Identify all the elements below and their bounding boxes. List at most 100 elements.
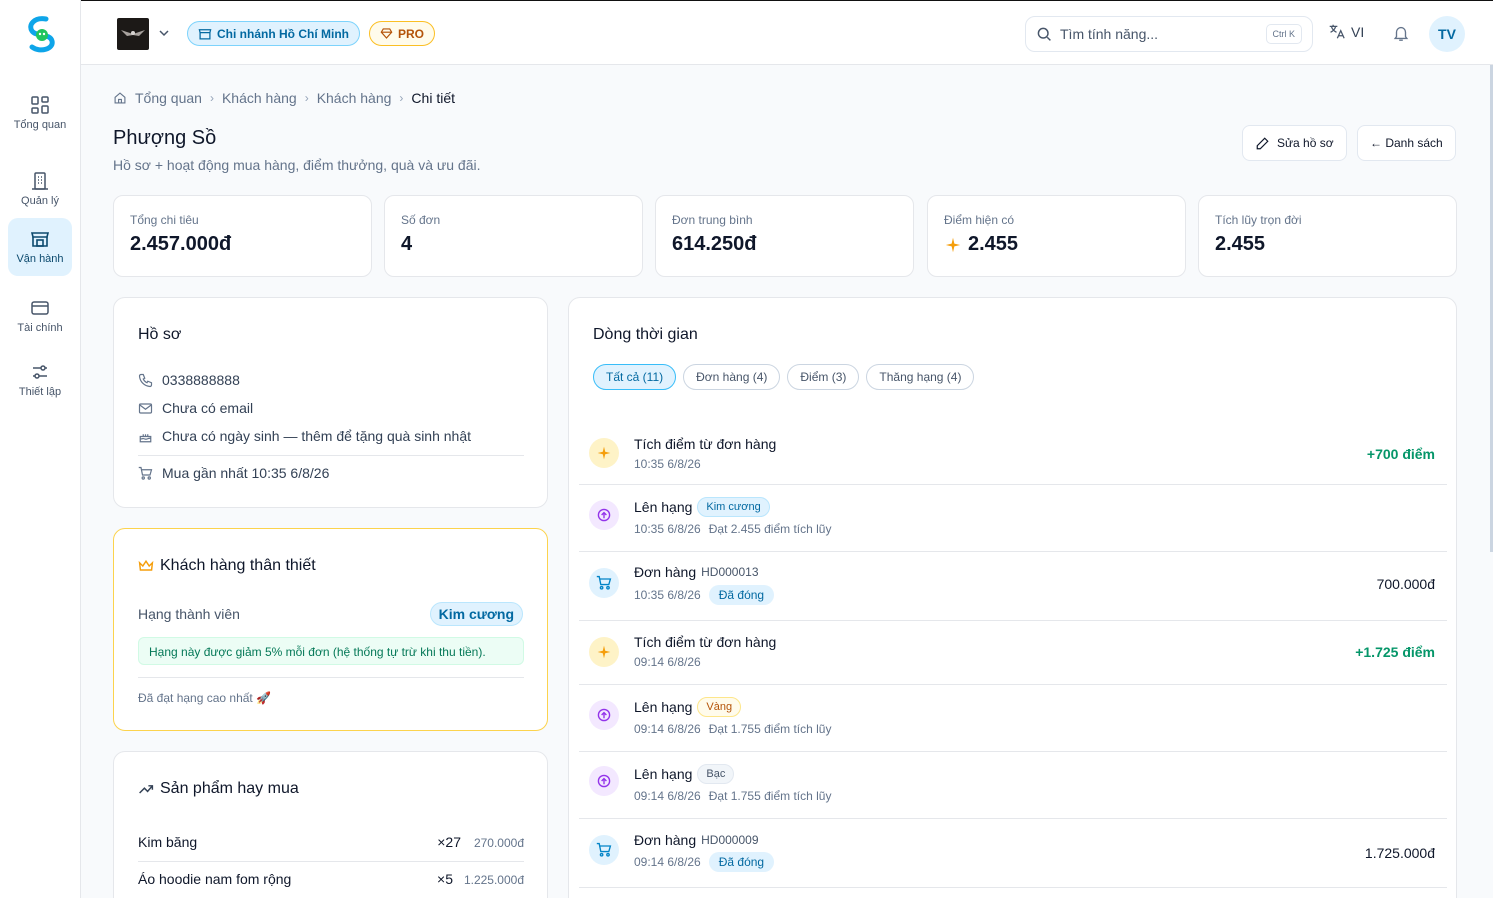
search-input[interactable] xyxy=(1060,26,1250,42)
stat-label: Tổng chi tiêu xyxy=(130,213,199,227)
breadcrumb-item[interactable]: Tổng quan xyxy=(135,90,202,106)
feature-search[interactable]: Ctrl K xyxy=(1025,16,1313,52)
divider xyxy=(138,861,524,862)
max-tier-note: Đã đạt hạng cao nhất 🚀 xyxy=(138,691,272,705)
product-qty: ×5 xyxy=(437,871,453,887)
timeline-note: Đạt 1.755 điểm tích lũy xyxy=(708,789,832,803)
products-title: Sản phẩm hay mua xyxy=(160,780,299,797)
list-item[interactable]: Kim băng ×27 270.000đ xyxy=(138,834,524,858)
eagle-logo-icon xyxy=(121,30,145,36)
timeline-title-text: Lên hạng xyxy=(634,766,693,782)
timeline-title: Lên hạng Kim cương xyxy=(634,497,770,517)
back-to-list-button[interactable]: ← Danh sách xyxy=(1357,125,1456,161)
order-badge xyxy=(589,835,619,865)
nav-item-label: Tổng quan xyxy=(13,118,67,131)
stat-value-text: 4 xyxy=(401,233,413,255)
nav-item-management[interactable]: Quản lý xyxy=(8,160,72,218)
chevron-down-icon[interactable] xyxy=(158,27,170,39)
pencil-icon xyxy=(1256,136,1269,149)
timeline-title: Lên hạng Bạc xyxy=(634,764,735,784)
page-subtitle: Hồ sơ + hoạt động mua hàng, điểm thưởng,… xyxy=(113,157,481,173)
timeline-item[interactable]: Đơn hàng HD000009 09:14 6/8/26 Đã đóng 1… xyxy=(579,819,1447,887)
timeline-time: 09:14 6/8/26 xyxy=(634,789,701,803)
tier-badge: Kim cương xyxy=(429,602,523,626)
timeline-item[interactable]: Đơn hàng HD000013 10:35 6/8/26 Đã đóng 7… xyxy=(579,552,1447,620)
stat-value: 614.250đ xyxy=(672,233,897,256)
product-amount: 270.000đ xyxy=(473,836,524,850)
tier-up-badge xyxy=(589,500,619,530)
timeline-title-text: Đơn hàng xyxy=(634,832,697,848)
profile-email: Chưa có email xyxy=(138,400,253,416)
timeline-card: Dòng thời gian Tất cả (11) Đơn hàng (4) … xyxy=(568,297,1457,898)
sparkle-icon xyxy=(945,237,961,252)
edit-profile-button[interactable]: Sửa hồ sơ xyxy=(1242,125,1347,161)
timeline-item[interactable]: Lên hạng Kim cương 10:35 6/8/26 Đạt 2.45… xyxy=(579,485,1447,551)
nav-item-overview[interactable]: Tổng quan xyxy=(8,84,72,142)
tab-all[interactable]: Tất cả (11) xyxy=(593,364,677,390)
shortcut-hint: Ctrl K xyxy=(1265,24,1302,44)
building-icon xyxy=(32,171,48,190)
store-logo[interactable] xyxy=(117,18,149,50)
order-badge xyxy=(589,568,619,598)
tab-tier-upgrades[interactable]: Thăng hạng (4) xyxy=(866,364,975,390)
card-title: Dòng thời gian xyxy=(593,326,698,343)
timeline-meta: 09:14 6/8/26 xyxy=(634,655,701,669)
cake-icon xyxy=(139,433,152,442)
timeline-amount: 1.725.000đ xyxy=(1364,845,1435,861)
timeline-note: Đạt 1.755 điểm tích lũy xyxy=(708,722,832,736)
tab-orders[interactable]: Đơn hàng (4) xyxy=(683,364,781,390)
trending-up-icon xyxy=(139,785,154,794)
sparkle-badge xyxy=(589,438,619,468)
avatar[interactable]: TV xyxy=(1429,16,1465,52)
product-name: Áo hoodie nam fom rộng xyxy=(138,871,292,887)
stat-total-spend: Tổng chi tiêu 2.457.000đ xyxy=(113,195,372,277)
sparkle-badge xyxy=(589,637,619,667)
page-title: Phượng Sồ xyxy=(113,127,217,149)
stat-value-text: 2.455 xyxy=(1215,233,1266,255)
crown-icon xyxy=(138,559,154,571)
timeline-title: Lên hạng Vàng xyxy=(634,697,742,717)
timeline-title: Tích điểm từ đơn hàng xyxy=(634,436,776,452)
timeline-item[interactable]: Lên hạng Bạc 09:14 6/8/26 Đạt 1.755 điểm… xyxy=(579,752,1447,818)
timeline-meta: 09:14 6/8/26 Đạt 1.755 điểm tích lũy xyxy=(634,789,831,803)
timeline-title: Tích điểm từ đơn hàng xyxy=(634,634,776,650)
discount-note: Hạng này được giảm 5% mỗi đơn (hệ thống … xyxy=(138,637,524,665)
tab-points[interactable]: Điểm (3) xyxy=(787,364,860,390)
breadcrumb-item[interactable]: Khách hàng xyxy=(222,90,297,106)
profile-card: Hồ sơ 0338888888 Chưa có email Chưa có n… xyxy=(113,297,548,508)
timeline-item[interactable]: Lên hạng Vàng 09:14 6/8/26 Đạt 1.755 điể… xyxy=(579,685,1447,751)
nav-item-label: Quản lý xyxy=(21,194,59,207)
back-to-list-label: ← Danh sách xyxy=(1370,136,1443,150)
language-label: VI xyxy=(1351,23,1365,40)
timeline-amount: +1.725 điểm xyxy=(1355,644,1435,660)
side-rail: Tổng quan Quản lý Vận hành Tài chính Thi… xyxy=(0,0,81,898)
stat-average-order: Đơn trung bình 614.250đ xyxy=(655,195,914,277)
nav-item-label: Vận hành xyxy=(16,252,64,265)
nav-item-finance[interactable]: Tài chính xyxy=(8,287,72,345)
birthday-text: Chưa có ngày sinh — thêm để tặng quà sin… xyxy=(162,428,472,444)
timeline-meta: 09:14 6/8/26 Đạt 1.755 điểm tích lũy xyxy=(634,722,831,736)
list-item[interactable]: Áo hoodie nam fom rộng ×5 1.225.000đ xyxy=(138,871,524,895)
nav-item-settings[interactable]: Thiết lập xyxy=(8,351,72,409)
search-icon xyxy=(1037,27,1051,41)
breadcrumb-item[interactable]: Khách hàng xyxy=(317,90,392,106)
nav-item-operations[interactable]: Vận hành xyxy=(8,218,72,276)
branch-selector[interactable]: Chi nhánh Hồ Chí Minh xyxy=(187,21,360,46)
divider xyxy=(579,887,1447,888)
profile-birthday: Chưa có ngày sinh — thêm để tặng quà sin… xyxy=(138,428,471,444)
timeline-item[interactable]: Tích điểm từ đơn hàng 10:35 6/8/26 +700 … xyxy=(579,420,1447,484)
timeline-title-text: Lên hạng xyxy=(634,499,693,515)
branch-name: Chi nhánh Hồ Chí Minh xyxy=(217,26,349,41)
timeline-item[interactable]: Tích điểm từ đơn hàng 09:14 6/8/26 +1.72… xyxy=(579,621,1447,684)
stat-lifetime-points: Tích lũy trọn đời 2.455 xyxy=(1198,195,1457,277)
stat-value-text: 2.457.000đ xyxy=(130,233,232,255)
app-logo-icon[interactable] xyxy=(24,15,58,53)
tier-badge: Bạc xyxy=(697,764,735,784)
language-switcher[interactable]: VI xyxy=(1328,23,1364,40)
last-purchase-text: Mua gần nhất 10:35 6/8/26 xyxy=(162,465,330,481)
timeline-filter-tabs: Tất cả (11) Đơn hàng (4) Điểm (3) Thăng … xyxy=(593,364,975,390)
mail-icon xyxy=(138,402,153,414)
plan-badge[interactable]: PRO xyxy=(369,21,436,46)
order-code: HD000013 xyxy=(701,565,759,579)
bell-icon[interactable] xyxy=(1392,24,1410,42)
